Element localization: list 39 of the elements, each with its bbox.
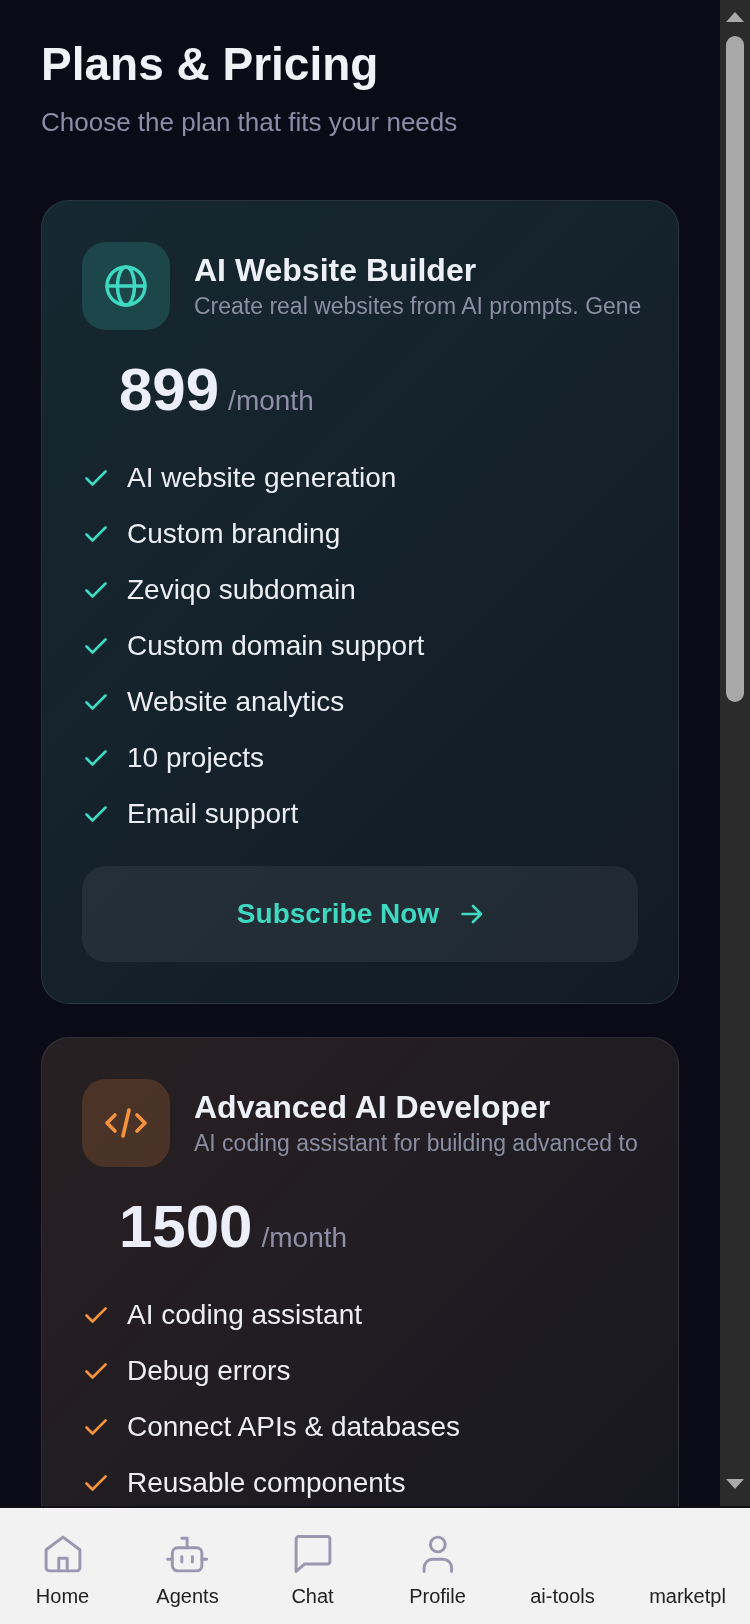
- nav-tab[interactable]: Agents: [125, 1508, 250, 1624]
- feature-text: Connect APIs & databases: [127, 1410, 461, 1444]
- arrow-right-icon: [461, 904, 484, 924]
- page-title: Plans & Pricing: [41, 37, 380, 92]
- feature-text: Debug errors: [127, 1354, 291, 1388]
- price-period: /month: [261, 1221, 348, 1255]
- feature-text: Email support: [127, 797, 299, 831]
- plan-price: 899: [119, 361, 220, 419]
- feature-text: AI coding assistant: [127, 1298, 363, 1332]
- feature-text: 10 projects: [127, 741, 264, 775]
- plan-name: AI Website Builder: [194, 251, 478, 289]
- nav-tab[interactable]: Chat: [250, 1508, 375, 1624]
- feature-text: Zeviqo subdomain: [127, 573, 356, 607]
- home-icon: [43, 1535, 82, 1573]
- subscribe-button[interactable]: Subscribe Now: [82, 866, 638, 962]
- price-period: /month: [228, 384, 314, 418]
- plan-description: Create real websites from AI prompts. Gene: [194, 292, 642, 321]
- code-icon: [82, 1079, 170, 1167]
- feature-text: AI website generation: [127, 461, 397, 495]
- plan-name: Advanced AI Developer: [194, 1088, 552, 1126]
- person-icon: [421, 1535, 454, 1573]
- feature-text: Reusable components: [127, 1466, 406, 1500]
- scrollbar[interactable]: [720, 0, 750, 1506]
- chat-bubble-icon: [293, 1535, 332, 1573]
- page-subtitle: Choose the plan that fits your needs: [41, 106, 459, 139]
- nav-tab[interactable]: marketpl: [625, 1508, 750, 1624]
- globe-icon: [82, 242, 170, 330]
- feature-text: Website analytics: [127, 685, 345, 719]
- scroll-up-arrow-icon[interactable]: [726, 12, 744, 22]
- nav-tab[interactable]: Home: [0, 1508, 125, 1624]
- plan-price: 1500: [119, 1198, 253, 1256]
- feature-text: Custom domain support: [127, 629, 425, 663]
- feature-text: Custom branding: [127, 517, 341, 551]
- robot-icon: [166, 1535, 209, 1573]
- nav-tab[interactable]: ai-tools: [500, 1508, 625, 1624]
- scroll-down-arrow-icon[interactable]: [726, 1479, 744, 1489]
- scrollbar-thumb[interactable]: [726, 36, 744, 702]
- nav-tab[interactable]: Profile: [375, 1508, 500, 1624]
- plan-description: AI coding assistant for building advanced to: [194, 1129, 638, 1158]
